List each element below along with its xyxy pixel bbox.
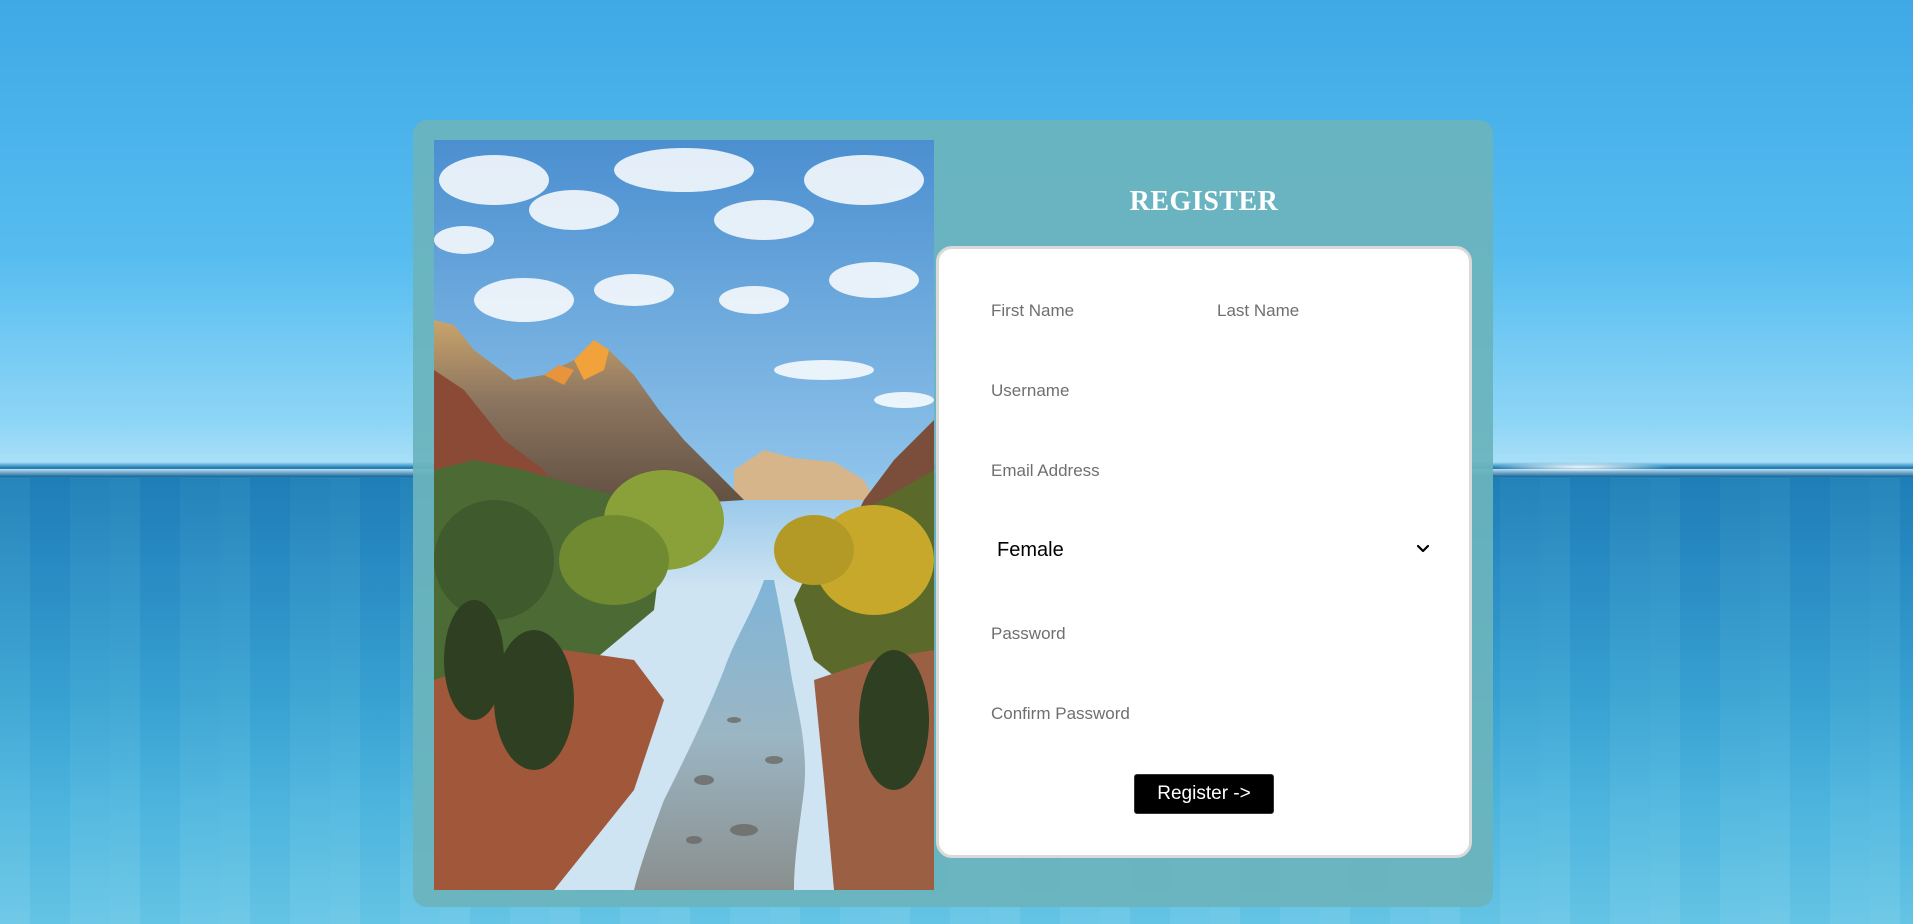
gender-select-value: Female	[997, 539, 1064, 561]
chevron-down-icon	[1415, 541, 1431, 557]
last-name-input[interactable]	[1217, 299, 1417, 323]
register-button[interactable]: Register ->	[1134, 774, 1274, 814]
page-title: REGISTER	[1129, 186, 1279, 217]
register-form: Female Register ->	[936, 246, 1472, 858]
first-name-input[interactable]	[991, 299, 1191, 323]
email-input[interactable]	[991, 459, 1411, 483]
username-input[interactable]	[991, 379, 1411, 403]
wave-foam	[1490, 462, 1670, 472]
landscape-image	[434, 140, 934, 890]
confirm-password-input[interactable]	[991, 702, 1411, 726]
password-input[interactable]	[991, 622, 1411, 646]
gender-select[interactable]: Female	[991, 535, 1431, 565]
